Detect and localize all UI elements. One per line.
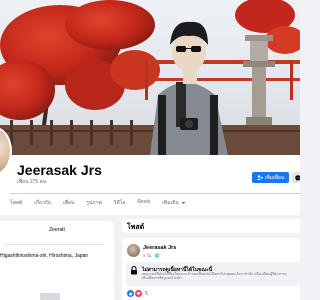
friend-count[interactable]: เพื่อน 275 คน bbox=[17, 178, 46, 186]
unavailable-content-body-line-2: เห็นเนื้อหาหรือถูกลบไปแล้ว bbox=[142, 276, 182, 281]
messenger-button[interactable] bbox=[292, 172, 300, 183]
tab-more-label: เพิ่มเติม bbox=[162, 200, 179, 206]
tab-about[interactable]: เกี่ยวกับ bbox=[34, 199, 51, 207]
person-add-icon bbox=[256, 175, 263, 180]
tab-photos[interactable]: รูปภาพ bbox=[86, 199, 101, 207]
intro-location[interactable]: Higashihiroshima-shi, Hiroshima, Japan bbox=[0, 253, 114, 259]
like-reaction-icon bbox=[127, 290, 134, 297]
messenger-icon bbox=[295, 174, 300, 181]
post-author-name[interactable]: Jeerasak Jrs bbox=[143, 245, 176, 251]
profile-tabs: โพสต์ เกี่ยวกับ เพื่อน รูปภาพ วิดีโอ Ree… bbox=[10, 199, 186, 207]
lock-icon bbox=[131, 266, 137, 275]
cover-photo[interactable] bbox=[0, 0, 300, 155]
post-author-avatar[interactable] bbox=[127, 244, 140, 257]
intro-photo-thumbnail[interactable] bbox=[40, 293, 60, 300]
tab-reels[interactable]: Reels bbox=[137, 199, 150, 207]
tab-posts[interactable]: โพสต์ bbox=[10, 199, 22, 207]
posts-title: โพสต์ bbox=[127, 224, 145, 231]
profile-page: Jeerasak Jrs เพื่อน 275 คน เพิ่มเพื่อน โ… bbox=[0, 0, 300, 300]
tab-videos[interactable]: วิดีโอ bbox=[114, 199, 126, 207]
add-friend-button[interactable]: เพิ่มเพื่อน bbox=[252, 172, 289, 183]
tab-friends[interactable]: เพื่อน bbox=[63, 199, 74, 207]
post-reactions[interactable]: 5 bbox=[127, 290, 148, 297]
intro-bio: Zeeratt bbox=[49, 227, 65, 233]
cover-photo-image bbox=[0, 0, 300, 155]
tab-more[interactable]: เพิ่มเติม bbox=[162, 199, 186, 207]
reaction-count: 5 bbox=[145, 290, 148, 297]
unavailable-content-body: เหตุการณ์นี้มักเกิดขึ้นเนื่องจากเจ้าของเ… bbox=[142, 272, 300, 280]
posts-header bbox=[122, 219, 300, 233]
intro-divider bbox=[4, 244, 104, 245]
chevron-down-icon bbox=[181, 202, 186, 204]
header-divider bbox=[10, 193, 300, 194]
post-timestamp[interactable]: 5 วัน · 🌐 bbox=[143, 252, 160, 259]
profile-name: Jeerasak Jrs bbox=[17, 162, 102, 178]
love-reaction-icon bbox=[135, 290, 142, 297]
add-friend-label: เพิ่มเพื่อน bbox=[264, 174, 285, 181]
